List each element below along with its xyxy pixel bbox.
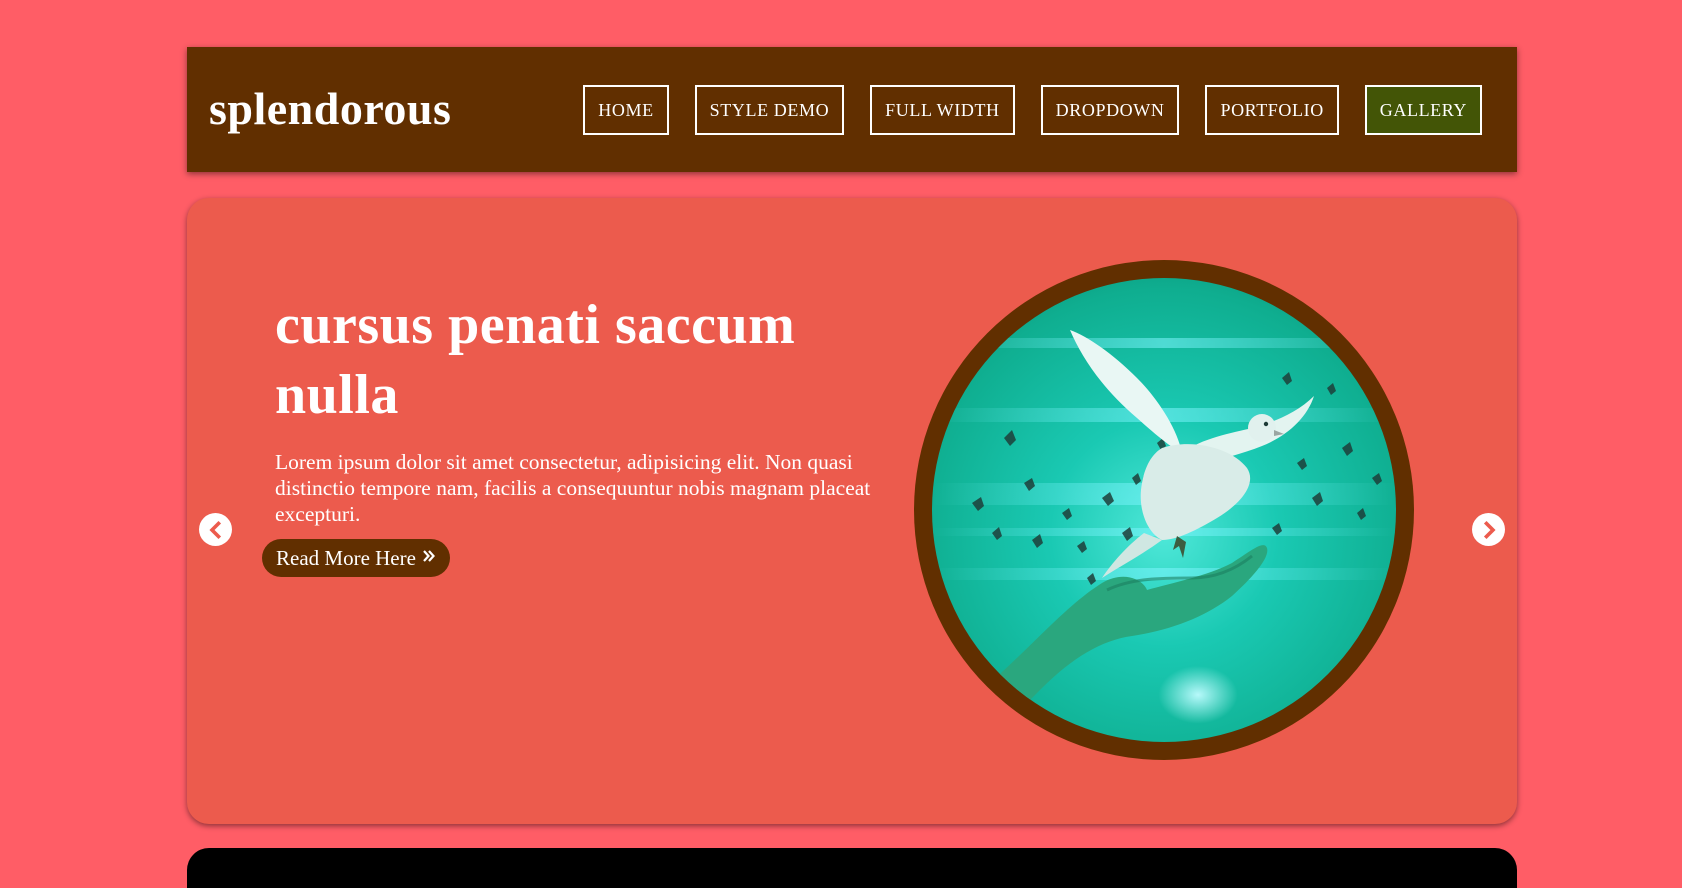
next-section xyxy=(187,848,1517,888)
site-logo[interactable]: splendorous xyxy=(209,83,451,135)
nav-item-full-width[interactable]: FULL WIDTH xyxy=(870,85,1015,135)
chevron-right-icon xyxy=(1483,520,1496,539)
read-more-label: Read More Here xyxy=(276,545,416,570)
slider-next-button[interactable] xyxy=(1472,513,1505,546)
double-chevron-right-icon xyxy=(422,549,436,567)
hero-slider: cursus penati saccum nulla Lorem ipsum d… xyxy=(187,198,1517,824)
nav-item-dropdown[interactable]: DROPDOWN xyxy=(1040,85,1180,135)
nav-item-gallery[interactable]: GALLERY xyxy=(1364,85,1482,135)
slide-image-frame xyxy=(914,260,1414,760)
read-more-button[interactable]: Read More Here xyxy=(262,539,450,577)
chevron-left-icon xyxy=(208,520,221,539)
slide-title: cursus penati saccum nulla xyxy=(275,294,796,426)
dove-image xyxy=(932,278,1396,742)
slider-prev-button[interactable] xyxy=(199,513,232,546)
site-header: splendorous HOME STYLE DEMO FULL WIDTH D… xyxy=(187,47,1517,172)
main-nav: HOME STYLE DEMO FULL WIDTH DROPDOWN PORT… xyxy=(583,85,1482,135)
nav-item-portfolio[interactable]: PORTFOLIO xyxy=(1205,85,1339,135)
slide-description: Lorem ipsum dolor sit amet consectetur, … xyxy=(275,450,871,526)
nav-item-home[interactable]: HOME xyxy=(583,85,669,135)
nav-item-style-demo[interactable]: STYLE DEMO xyxy=(694,85,845,135)
